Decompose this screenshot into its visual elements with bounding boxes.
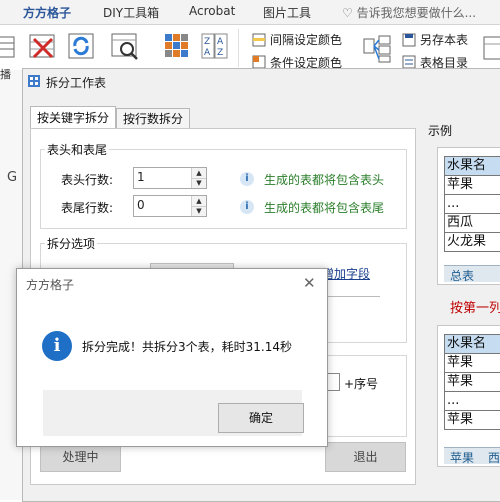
example-cell: 西瓜 bbox=[444, 213, 500, 233]
example-result-table: 水果名 苹果 苹果 ... 苹果 苹果 西 bbox=[437, 325, 500, 467]
svg-text:Z: Z bbox=[204, 37, 210, 47]
extra-tool-icon[interactable] bbox=[482, 33, 500, 63]
ok-button[interactable]: 确定 bbox=[218, 403, 304, 433]
refresh-icon[interactable] bbox=[66, 31, 96, 61]
delete-grid-icon[interactable] bbox=[28, 31, 58, 61]
sequence-checkbox[interactable] bbox=[326, 373, 340, 391]
footer-rows-spin-buttons: ▲ ▼ bbox=[191, 196, 206, 216]
split-sheets-icon[interactable] bbox=[362, 33, 392, 63]
grid-icon[interactable] bbox=[0, 31, 18, 61]
example-cell: 苹果 bbox=[444, 175, 500, 195]
sequence-label: +序号 bbox=[344, 377, 379, 391]
split-options-group-label: 拆分选项 bbox=[45, 235, 98, 252]
tell-me-search[interactable]: ♡ 告诉我您想要做什么... bbox=[342, 4, 476, 21]
column-g-header: G bbox=[7, 170, 18, 185]
ribbon-tab-bar: 方方格子 DIY工具箱 Acrobat 图片工具 ♡ 告诉我您想要做什么... bbox=[0, 0, 500, 25]
color-blocks-icon[interactable] bbox=[162, 31, 192, 61]
svg-text:A: A bbox=[204, 48, 211, 58]
sort-az-icon[interactable]: ZA AZ bbox=[200, 31, 230, 61]
header-footer-group-label: 表头和表尾 bbox=[45, 141, 110, 158]
example-cell: ... bbox=[444, 194, 500, 214]
example-cell: 火龙果 bbox=[444, 232, 500, 252]
header-rows-value[interactable]: 1 bbox=[137, 170, 145, 184]
example-sheet-tab: 总表 bbox=[450, 269, 475, 283]
ribbon-partial-label: 播 bbox=[0, 68, 11, 81]
header-rows-stepper[interactable]: 1 ▲ ▼ bbox=[133, 167, 207, 189]
header-note: 生成的表都将包含表头 bbox=[264, 173, 385, 187]
example-header-cell: 水果名 bbox=[444, 334, 500, 354]
tab-fangfang[interactable]: 方方格子 bbox=[23, 4, 71, 21]
spin-down-icon[interactable]: ▼ bbox=[192, 178, 206, 188]
ribbon-divider bbox=[238, 29, 239, 67]
window-title: 拆分工作表 bbox=[46, 76, 107, 90]
spin-down-icon[interactable]: ▼ bbox=[192, 206, 206, 216]
footer-rows-value[interactable]: 0 bbox=[137, 198, 145, 212]
example-header-cell: 水果名 bbox=[444, 156, 500, 176]
info-icon: i bbox=[240, 172, 254, 186]
separator-line bbox=[322, 296, 380, 297]
dialog-message: 拆分完成！共拆分3个表，耗时31.14秒 bbox=[82, 340, 292, 354]
svg-text:A: A bbox=[217, 37, 224, 47]
save-sheet-as-button[interactable]: 另存本表 bbox=[420, 31, 468, 48]
add-field-link[interactable]: 增加字段 bbox=[322, 265, 370, 282]
tab-picture-tools[interactable]: 图片工具 bbox=[263, 4, 311, 21]
sheet-directory-icon bbox=[402, 55, 416, 69]
save-copy-icon bbox=[402, 33, 416, 47]
footer-rows-label: 表尾行数: bbox=[61, 201, 114, 215]
tab-split-by-keyword[interactable]: 按关键字拆分 bbox=[30, 106, 117, 130]
search-hint-text: 告诉我您想要做什么... bbox=[356, 6, 477, 20]
condition-color-icon bbox=[252, 55, 266, 69]
example-sheet-tab-bar: 总表 bbox=[444, 265, 500, 283]
dialog-title: 方方格子 bbox=[26, 278, 75, 292]
example-note: 按第一列 bbox=[450, 301, 500, 316]
example-cell: ... bbox=[444, 391, 500, 411]
example-sheet-tab: 西 bbox=[488, 451, 500, 465]
example-label: 示例 bbox=[428, 124, 453, 138]
tab-split-by-rows[interactable]: 按行数拆分 bbox=[116, 108, 191, 130]
example-cell: 苹果 bbox=[444, 372, 500, 392]
example-sheet-tab-bar: 苹果 西 bbox=[444, 447, 500, 465]
example-cell: 苹果 bbox=[444, 410, 500, 430]
info-icon: i bbox=[240, 200, 254, 214]
header-rows-label: 表头行数: bbox=[61, 173, 114, 187]
tab-diy-toolbox[interactable]: DIY工具箱 bbox=[103, 4, 159, 21]
example-sheet-tab: 苹果 bbox=[450, 451, 475, 465]
info-icon: i bbox=[42, 331, 72, 361]
header-footer-group bbox=[40, 149, 407, 229]
find-icon[interactable] bbox=[110, 31, 140, 61]
ribbon-body: ZA AZ 间隔设定颜色 条件设定颜色 另存本表 表格目录 bbox=[0, 25, 500, 71]
footer-note: 生成的表都将包含表尾 bbox=[264, 201, 385, 215]
spacing-color-icon bbox=[252, 33, 266, 47]
exit-button[interactable]: 退出 bbox=[325, 442, 406, 472]
tab-acrobat[interactable]: Acrobat bbox=[189, 4, 235, 18]
footer-rows-stepper[interactable]: 0 ▲ ▼ bbox=[133, 195, 207, 217]
lightbulb-icon: ♡ bbox=[342, 6, 353, 20]
example-source-table: 水果名 苹果 ... 西瓜 火龙果 总表 bbox=[437, 147, 500, 285]
spacing-color-button[interactable]: 间隔设定颜色 bbox=[270, 31, 342, 48]
window-app-icon bbox=[28, 75, 40, 87]
header-rows-spin-buttons: ▲ ▼ bbox=[191, 168, 206, 188]
close-icon[interactable]: ✕ bbox=[303, 274, 316, 292]
svg-text:Z: Z bbox=[217, 48, 223, 58]
example-cell: 苹果 bbox=[444, 353, 500, 373]
